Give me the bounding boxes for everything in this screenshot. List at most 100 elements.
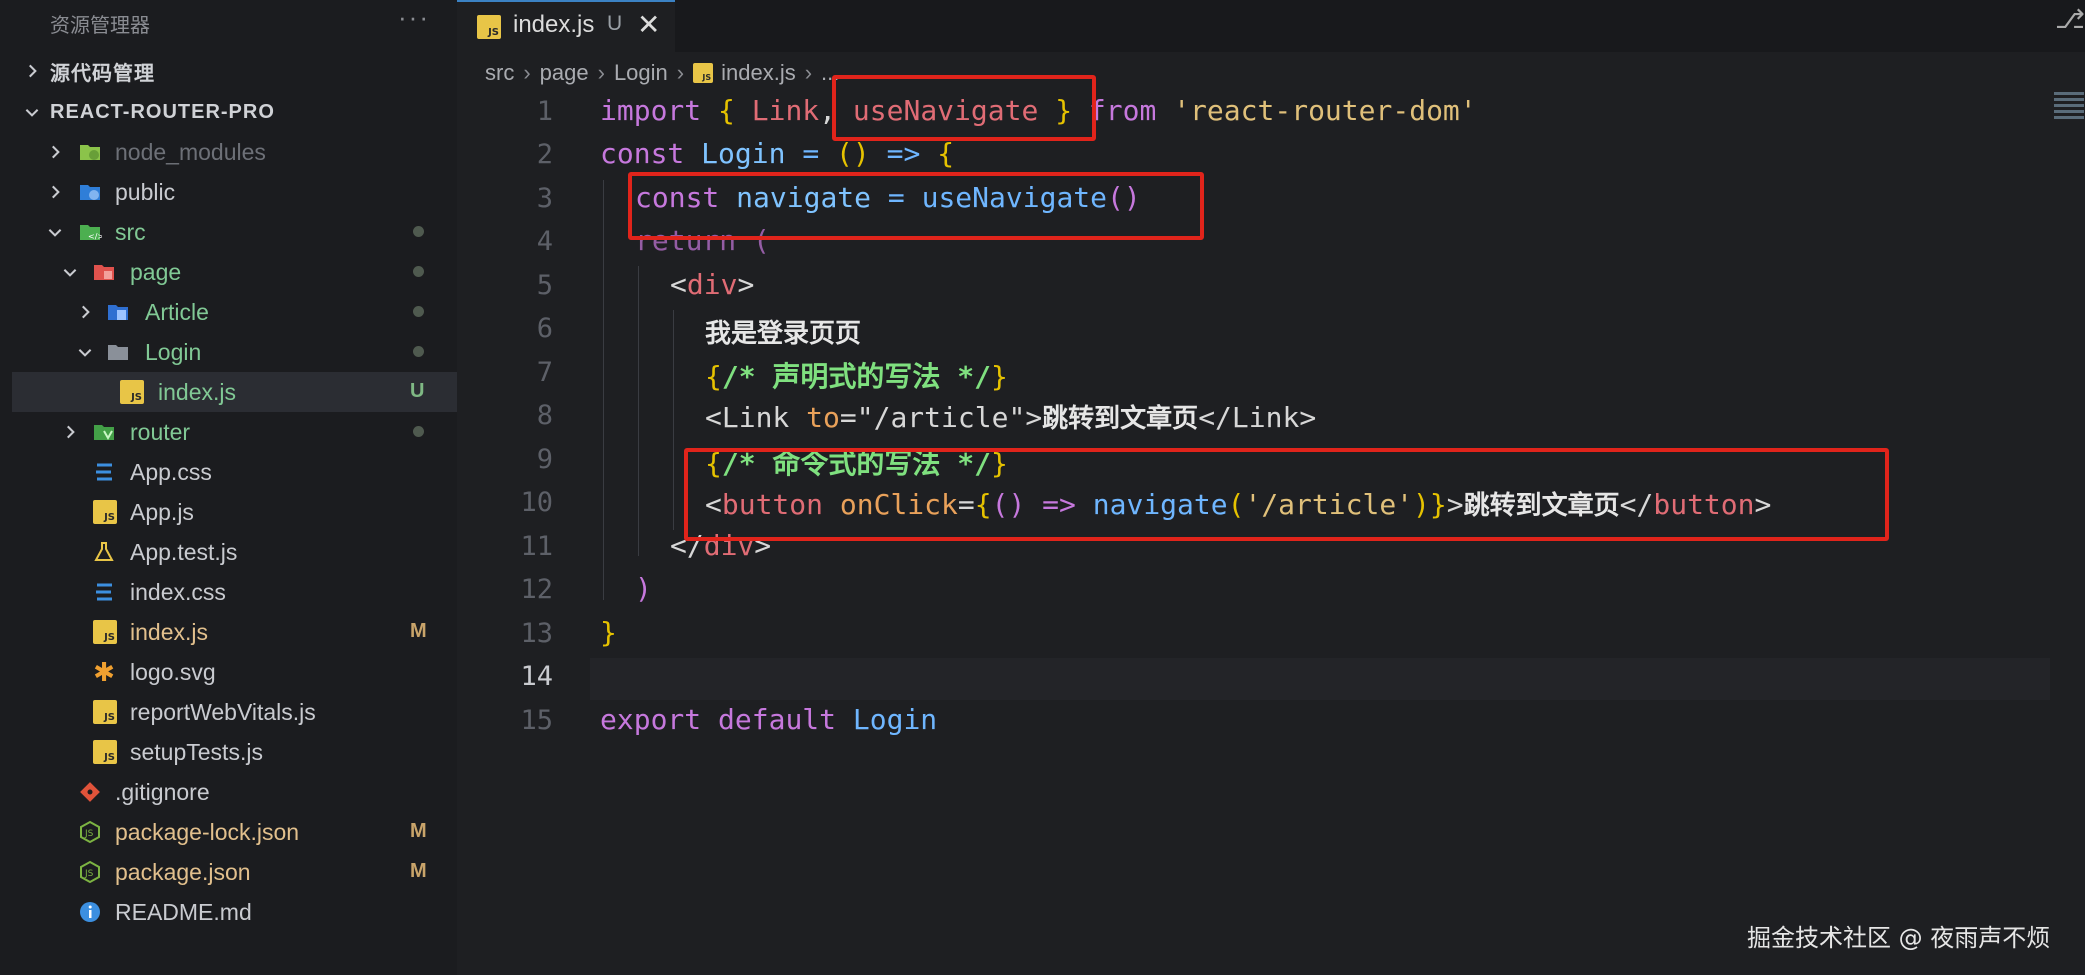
breadcrumb-item[interactable]: src [485,60,514,86]
test-flask-icon [92,540,116,564]
code-line-15[interactable]: export default Login [600,703,937,736]
folder-page-icon [92,260,116,284]
code-line-9[interactable]: {/* 命令式的写法 */} [705,442,1008,482]
chevron-right-icon [45,142,65,162]
chevron-down-icon [75,342,95,362]
line-number: 12 [520,574,553,605]
folder-router-icon [92,420,116,444]
section-source-control[interactable]: 源代码管理 [0,51,457,91]
folder-open-icon [106,340,130,364]
code-line-10[interactable]: <button onClick={() => navigate('/articl… [705,485,1771,522]
tree-item-app-test-js[interactable]: App.test.js [0,532,457,572]
tree-item-page[interactable]: page [0,252,457,292]
chevron-right-icon: › [804,60,813,85]
tree-item-gitignore[interactable]: .gitignore [0,772,457,812]
js-file-icon: JS [693,63,714,83]
svg-text:</>: </> [88,232,102,241]
code-line-11[interactable]: </div> [670,529,771,562]
tree-item-label: App.css [130,458,212,485]
chevron-down-icon [45,222,65,242]
svg-text:JS: JS [84,869,94,879]
tree-item-index-css[interactable]: index.css [0,572,457,612]
section-label: REACT-ROUTER-PRO [50,100,275,123]
minimap[interactable] [2054,92,2084,132]
code-line-6[interactable]: 我是登录页页 [705,313,861,350]
tree-item-logo-svg[interactable]: ✱ logo.svg [0,652,457,692]
line-number: 11 [520,531,553,562]
tree-item-app-css[interactable]: App.css [0,452,457,492]
js-file-icon: JS [120,380,144,404]
tree-item-router[interactable]: router [0,412,457,452]
code-line-5[interactable]: <div> [670,268,754,301]
code-line-2[interactable]: const Login = () => { [600,137,954,170]
close-icon[interactable]: ✕ [637,8,660,41]
tab-bar: JS index.js U ✕ ⎇ [457,0,2085,52]
tree-item-label: node_modules [115,138,266,165]
breadcrumb-item[interactable]: page [540,60,589,86]
explorer-title: 资源管理器 [50,15,150,37]
tree-item-label: page [130,258,182,285]
indent-guide [603,180,604,600]
tree-item-src[interactable]: </> src [0,212,457,252]
code-line-4[interactable]: return ( [635,224,770,257]
chevron-right-icon [60,422,80,442]
breadcrumb-item[interactable]: index.js [721,60,796,86]
tree-item-package-lock[interactable]: JS package-lock.json M [0,812,457,852]
git-status-badge: M [410,820,427,842]
indent-guide [673,310,674,530]
code-line-7[interactable]: {/* 声明式的写法 */} [705,355,1008,395]
code-line-3[interactable]: const navigate = useNavigate() [635,181,1141,214]
tab-index-js[interactable]: JS index.js U ✕ [457,0,675,52]
line-number: 5 [536,270,553,301]
section-label: 源代码管理 [50,62,155,85]
breadcrumb-item[interactable]: Login [614,60,668,86]
tree-item-readme[interactable]: README.md [0,892,457,932]
tree-item-label: package-lock.json [115,818,300,845]
git-status-badge: U [410,380,425,402]
section-project[interactable]: REACT-ROUTER-PRO [0,92,457,132]
line-number: 6 [536,313,553,344]
more-actions-icon[interactable]: ··· [398,2,430,33]
tree-item-public[interactable]: public [0,172,457,212]
tree-item-node-modules[interactable]: node_modules [0,132,457,172]
line-number: 14 [520,661,553,692]
tab-label: index.js [513,11,595,38]
status-dot [413,346,424,357]
tree-item-label: src [115,218,146,245]
line-number: 7 [536,357,553,388]
tree-item-setup-tests[interactable]: JS setupTests.js [0,732,457,772]
code-line-1[interactable]: import { Link, useNavigate } from 'react… [600,94,1477,127]
tree-item-login-index-js[interactable]: JS index.js U [12,372,457,412]
tree-item-index-js[interactable]: JS index.js M [0,612,457,652]
line-number: 3 [536,183,553,214]
tree-item-app-js[interactable]: JS App.js [0,492,457,532]
tree-item-label: router [130,418,191,445]
code-line-12[interactable]: ) [635,572,652,605]
line-number: 8 [536,400,553,431]
tree-item-article[interactable]: Article [0,292,457,332]
tree-item-label: index.js [130,618,208,645]
chevron-right-icon [75,302,95,322]
css-file-icon [92,580,116,604]
line-number: 2 [536,139,553,170]
breadcrumb-item[interactable]: ... [821,60,839,86]
status-dot [413,426,424,437]
folder-src-icon: </> [78,220,102,244]
tree-item-login[interactable]: Login [0,332,457,372]
explorer-sidebar: 资源管理器 ··· 源代码管理 REACT-ROUTER-PRO node_mo… [0,0,457,975]
folder-public-icon [78,180,102,204]
tree-item-label: App.js [130,498,194,525]
status-dot [413,226,424,237]
tab-status: U [607,12,623,35]
code-line-8[interactable]: <Link to="/article">跳转到文章页</Link> [705,398,1316,435]
explorer-header: 资源管理器 ··· [0,0,457,42]
git-compare-icon[interactable]: ⎇ [2055,4,2085,35]
indent-guide [638,266,639,556]
code-line-13[interactable]: } [600,616,617,649]
tree-item-report-web-vitals[interactable]: JS reportWebVitals.js [0,692,457,732]
tree-item-label: reportWebVitals.js [130,698,316,725]
line-number: 1 [536,96,553,127]
chevron-down-icon [60,262,80,282]
tree-item-package-json[interactable]: JS package.json M [0,852,457,892]
chevron-right-icon [45,182,65,202]
